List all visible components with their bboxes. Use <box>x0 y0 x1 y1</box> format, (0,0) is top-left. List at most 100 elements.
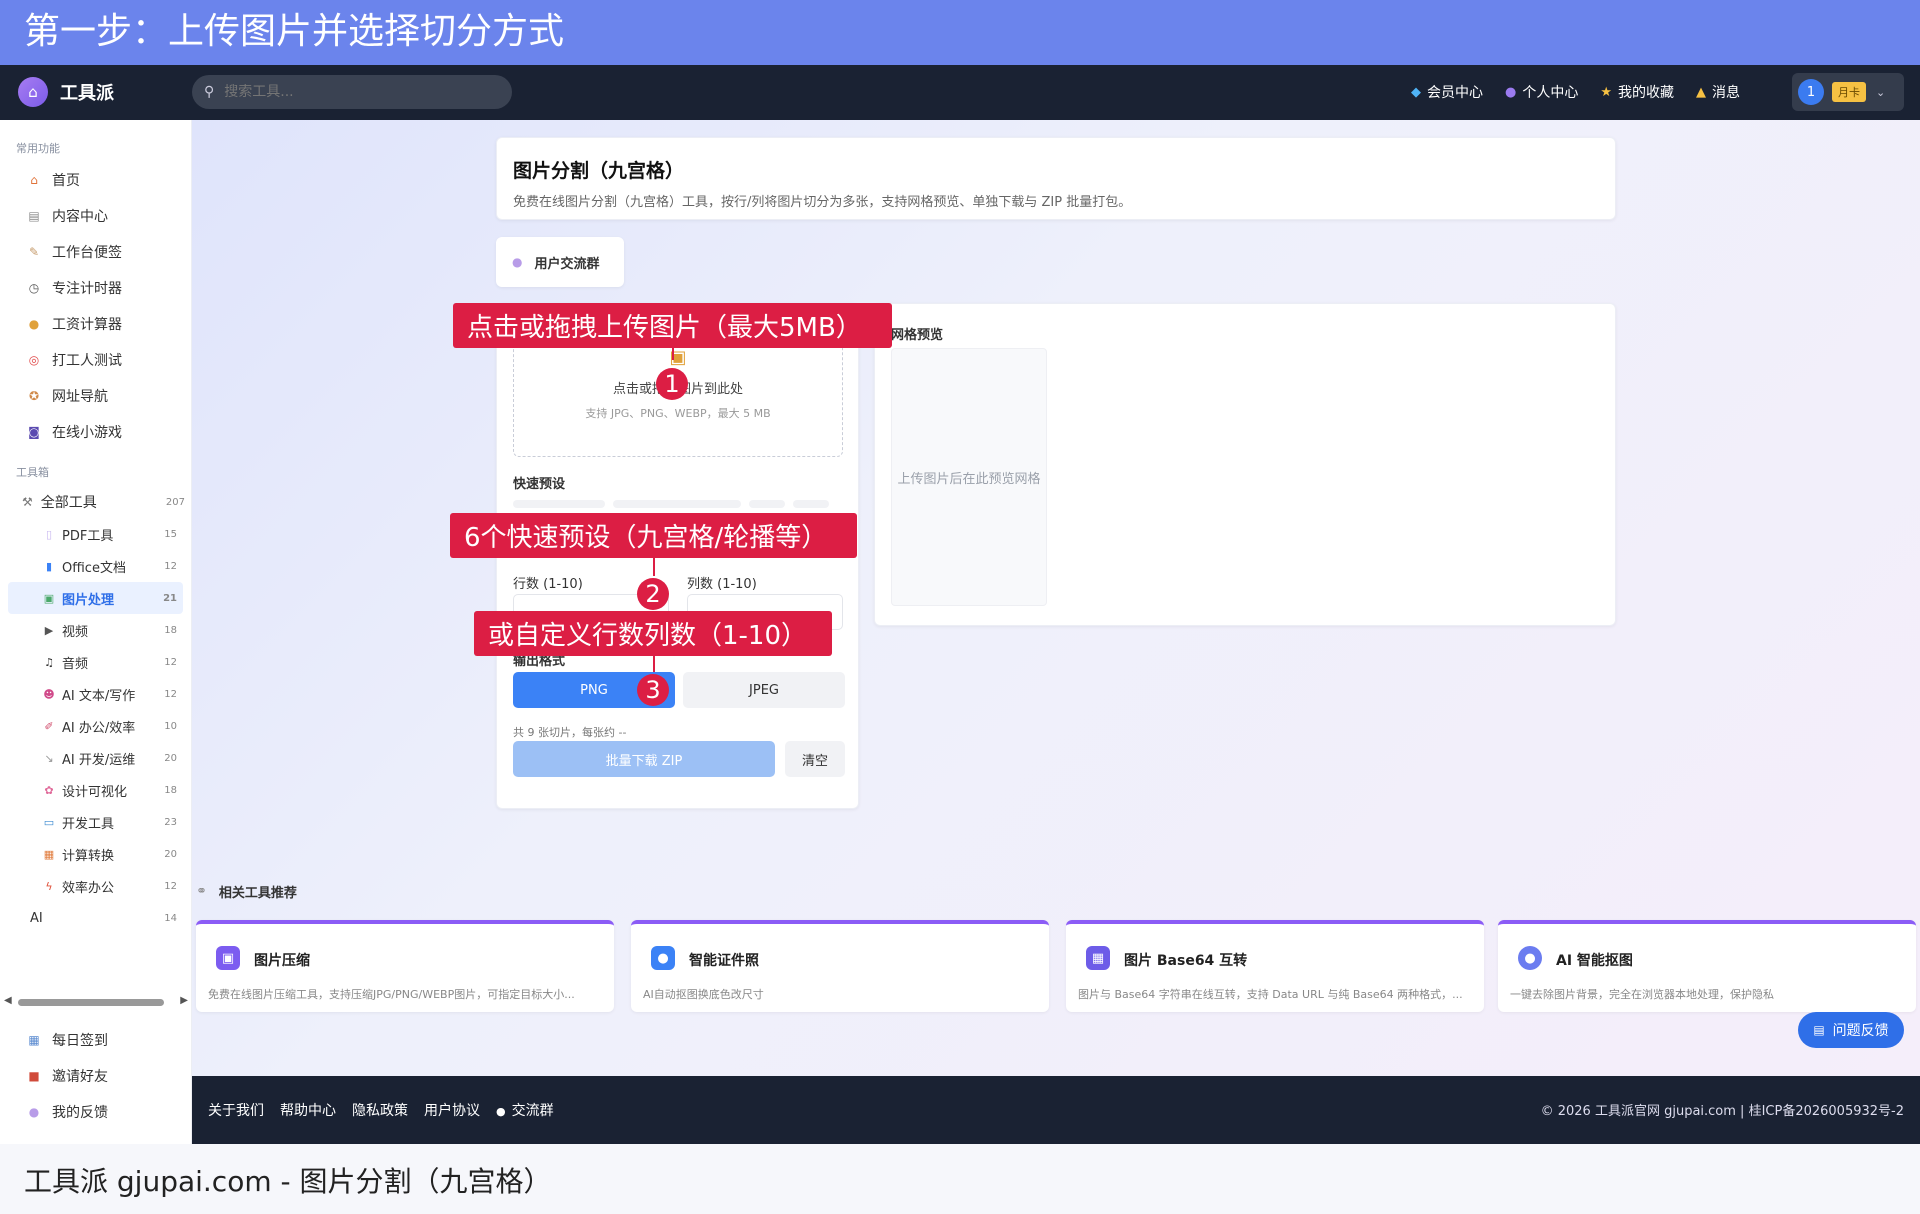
count-badge: 12 <box>164 880 177 892</box>
scroll-left-arrow-icon[interactable]: ◀ <box>4 995 12 1006</box>
sidebar-item-efficiency[interactable]: ϟ 效率办公 12 <box>8 870 183 902</box>
related-tools-heading: ⚭ 相关工具推荐 <box>196 882 297 901</box>
footer-link-privacy[interactable]: 隐私政策 <box>352 1100 408 1120</box>
chat-bubble-icon: ● <box>512 255 523 269</box>
sidebar-item-calc-convert[interactable]: ▦ 计算转换 20 <box>8 838 183 870</box>
target-icon: ◎ <box>28 353 40 367</box>
sidebar-horizontal-scrollbar[interactable]: ◀ ▶ <box>4 994 188 1010</box>
sidebar-item-ai-writing[interactable]: ☻ AI 文本/写作 12 <box>8 678 183 710</box>
callout-presets-text: 6个快速预设（九宫格/轮播等） <box>464 523 828 553</box>
palette-icon: ✿ <box>44 783 54 797</box>
download-zip-button[interactable]: 批量下载 ZIP <box>513 741 775 777</box>
preset-button[interactable] <box>513 500 605 508</box>
user-group-chip[interactable]: ● 用户交流群 <box>496 237 624 287</box>
count-badge: 18 <box>164 624 177 636</box>
nav-member-center-label: 会员中心 <box>1427 85 1483 101</box>
footer-link-about[interactable]: 关于我们 <box>208 1100 264 1120</box>
sidebar-item-worker-test[interactable]: ◎ 打工人测试 <box>0 342 191 378</box>
top-banner: 第一步：上传图片并选择切分方式 <box>0 0 1920 65</box>
brand[interactable]: ⌂ 工具派 <box>18 77 114 107</box>
related-card-compress[interactable]: ▣ 图片压缩 免费在线图片压缩工具，支持压缩JPG/PNG/WEBP图片，可指定… <box>196 920 614 1012</box>
home-icon: ⌂ <box>30 173 38 187</box>
hammer-wrench-icon: ⚒ <box>22 495 33 509</box>
footer-link-help[interactable]: 帮助中心 <box>280 1100 336 1120</box>
user-menu[interactable]: 1 月卡 ⌄ <box>1792 73 1904 111</box>
tool-header-card: 图片分割（九宫格） 免费在线图片分割（九宫格）工具，按行/列将图片切分为多张，支… <box>496 137 1616 220</box>
related-card-desc: 免费在线图片压缩工具，支持压缩JPG/PNG/WEBP图片，可指定目标大小... <box>208 988 575 1001</box>
calculator-icon: ▦ <box>43 847 55 861</box>
sidebar-item-video[interactable]: ▶ 视频 18 <box>8 614 183 646</box>
sidebar-item-invite[interactable]: ■ 邀请好友 <box>0 1058 192 1094</box>
sidebar-item-ai-office[interactable]: ✐ AI 办公/效率 10 <box>8 710 183 742</box>
user-icon: ● <box>1505 84 1517 100</box>
sidebar-item-dev-tools[interactable]: ▭ 开发工具 23 <box>8 806 183 838</box>
sidebar-item-notes[interactable]: ✎ 工作台便签 <box>0 234 191 270</box>
document-icon: ▤ <box>1813 1023 1825 1037</box>
sidebar-item-url-nav[interactable]: ✪ 网址导航 <box>0 378 191 414</box>
footer-link-terms[interactable]: 用户协议 <box>424 1100 480 1120</box>
related-card-desc: AI自动抠图换底色改尺寸 <box>643 988 764 1001</box>
clear-button[interactable]: 清空 <box>785 741 845 777</box>
nav-messages[interactable]: ▲ 消息 <box>1696 82 1740 102</box>
preset-button[interactable] <box>793 500 829 508</box>
nav-links: ◆ 会员中心 ● 个人中心 ★ 我的收藏 ▲ 消息 <box>1389 82 1740 102</box>
sidebar-item-mini-games[interactable]: ◙ 在线小游戏 <box>0 414 191 450</box>
count-badge: 14 <box>164 912 177 924</box>
callout-upload: 点击或拖拽上传图片（最大5MB） <box>453 303 892 348</box>
nav-member-center[interactable]: ◆ 会员中心 <box>1411 82 1483 102</box>
nav-personal-center[interactable]: ● 个人中心 <box>1505 82 1578 102</box>
star-icon: ★ <box>1600 84 1612 100</box>
sidebar-item-design[interactable]: ✿ 设计可视化 18 <box>8 774 183 806</box>
nav-favorites[interactable]: ★ 我的收藏 <box>1600 82 1674 102</box>
sidebar-item-ai-dev[interactable]: ↘ AI 开发/运维 20 <box>8 742 183 774</box>
sidebar-item-focus-timer[interactable]: ◷ 专注计时器 <box>0 270 191 306</box>
scrollbar-thumb[interactable] <box>18 999 164 1006</box>
bottom-banner: 工具派 gjupai.com - 图片分割（九宫格） <box>0 1144 1920 1214</box>
sidebar-item-label: AI 开发/运维 <box>62 752 136 768</box>
feedback-button[interactable]: ▤ 问题反馈 <box>1798 1012 1904 1048</box>
sidebar-item-label: PDF工具 <box>62 528 114 544</box>
gamepad-icon: ◙ <box>28 425 40 439</box>
sidebar-item-all-tools[interactable]: ⚒ 全部工具 207 <box>0 486 191 518</box>
preset-button[interactable] <box>749 500 785 508</box>
sidebar-item-label: 图片处理 <box>62 592 115 608</box>
sidebar-item-content-center[interactable]: ▤ 内容中心 <box>0 198 191 234</box>
image-upload-icon: ▣ <box>669 347 687 368</box>
sidebar-item-label: 工资计算器 <box>52 317 122 333</box>
count-badge: 21 <box>163 592 177 604</box>
callout-marker-2: 2 <box>637 578 669 610</box>
related-card-base64[interactable]: ▦ 图片 Base64 互转 图片与 Base64 字符串在线互转，支持 Dat… <box>1066 920 1484 1012</box>
sidebar-item-label: AI <box>30 910 43 926</box>
sidebar-item-pdf[interactable]: ▯ PDF工具 15 <box>8 518 183 550</box>
search-box[interactable]: ⚲ <box>192 75 512 109</box>
sidebar-item-home[interactable]: ⌂ 首页 <box>0 162 191 198</box>
search-input[interactable] <box>224 84 485 100</box>
format-jpeg-button[interactable]: JPEG <box>683 672 845 708</box>
sidebar-item-label: 计算转换 <box>62 848 115 864</box>
nav-favorites-label: 我的收藏 <box>1618 85 1674 101</box>
newspaper-icon: ▤ <box>28 209 40 223</box>
related-card-title: 智能证件照 <box>689 953 759 969</box>
sidebar-item-daily-checkin[interactable]: ▦ 每日签到 <box>0 1022 192 1058</box>
related-card-ai-cutout[interactable]: ● AI 智能抠图 一键去除图片背景，完全在浏览器本地处理，保护隐私 <box>1498 920 1916 1012</box>
sidebar-item-label: 我的反馈 <box>52 1105 108 1121</box>
sidebar-item-office[interactable]: ▮ Office文档 12 <box>8 550 183 582</box>
office-icon: ▮ <box>45 559 53 573</box>
related-card-id-photo[interactable]: ● 智能证件照 AI自动抠图换底色改尺寸 <box>631 920 1049 1012</box>
sidebar-item-image[interactable]: ▣ 图片处理 21 <box>8 582 183 614</box>
footer-link-group-label: 交流群 <box>511 1103 554 1119</box>
count-badge: 12 <box>164 560 177 572</box>
nav-personal-center-label: 个人中心 <box>1522 85 1579 101</box>
sidebar-item-salary-calculator[interactable]: ● 工资计算器 <box>0 306 191 342</box>
sidebar-item-feedback[interactable]: ● 我的反馈 <box>0 1094 192 1130</box>
preset-button[interactable] <box>613 500 741 508</box>
cols-label: 列数 (1-10) <box>687 577 757 592</box>
sidebar-item-ai[interactable]: AI 14 <box>8 902 183 934</box>
sidebar-item-audio[interactable]: ♫ 音频 12 <box>8 646 183 678</box>
id-photo-icon: ● <box>651 946 675 970</box>
pdf-icon: ▯ <box>45 527 53 541</box>
footer-link-group[interactable]: ● 交流群 <box>496 1100 570 1120</box>
count-badge: 15 <box>164 528 177 540</box>
related-card-title: AI 智能抠图 <box>1556 953 1633 969</box>
scroll-right-arrow-icon[interactable]: ▶ <box>180 995 188 1006</box>
